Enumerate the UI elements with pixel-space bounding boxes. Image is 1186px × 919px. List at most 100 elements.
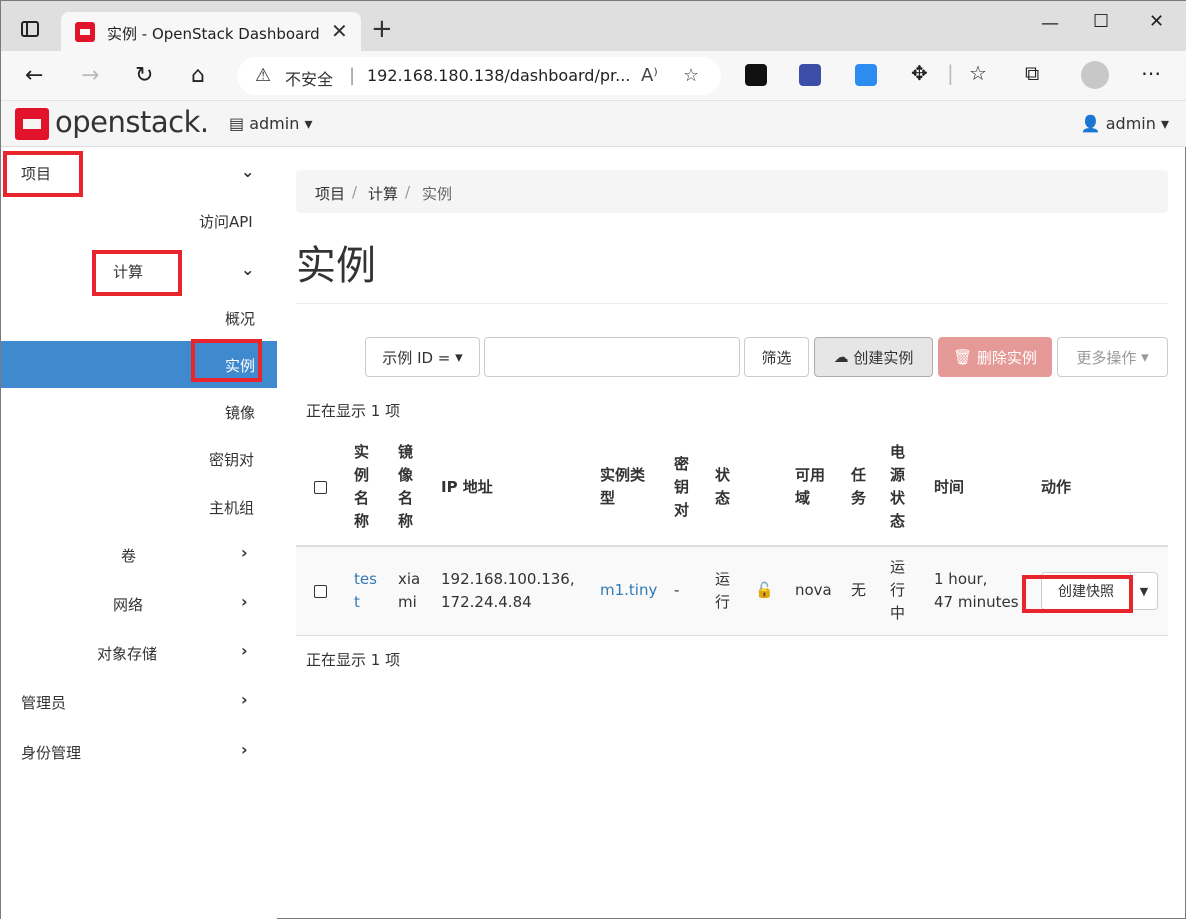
minimize-icon[interactable]: — <box>1041 13 1059 34</box>
filter-button[interactable]: 筛选 <box>744 337 809 377</box>
highlight-box <box>191 339 262 382</box>
caret-down-icon: ▾ <box>1160 114 1169 133</box>
column-header-power[interactable]: 电源状态 <box>890 441 908 533</box>
image-name-cell: xia mi <box>398 568 420 614</box>
row-checkbox[interactable] <box>314 585 327 598</box>
trash-icon: 🗑 <box>953 348 973 366</box>
filter-field-select[interactable]: 示例 ID = ▾ <box>365 337 480 377</box>
sidebar-item-images[interactable]: 镜像 <box>225 402 255 423</box>
delete-instances-label: 删除实例 <box>976 348 1037 367</box>
breadcrumb-compute[interactable]: 计算 <box>368 183 398 204</box>
read-aloud-icon[interactable]: A⁾ <box>641 65 658 86</box>
sidebar-item-overview[interactable]: 概况 <box>225 308 255 329</box>
breadcrumb-separator: / <box>405 183 411 201</box>
instance-name-line[interactable]: tes <box>354 568 377 591</box>
more-actions-button[interactable]: 更多操作 ▾ <box>1057 337 1168 377</box>
column-header-ip[interactable]: IP 地址 <box>441 476 493 499</box>
highlight-box <box>92 250 182 296</box>
security-label[interactable]: 不安全 <box>285 66 333 90</box>
delete-instances-button[interactable]: 🗑 删除实例 <box>938 337 1052 377</box>
address-bar[interactable]: ⚠ 不安全 | 192.168.180.138/dashboard/pr... … <box>237 57 721 95</box>
chevron-down-icon[interactable]: ⌄ <box>241 162 254 181</box>
project-selector[interactable]: ▤ admin ▾ <box>229 114 312 133</box>
browser-titlebar: 实例 - OpenStack Dashboard ✕ + — ☐ ✕ <box>1 1 1186 52</box>
breadcrumb-project[interactable]: 项目 <box>315 183 345 204</box>
launch-instance-button[interactable]: ☁ 创建实例 <box>814 337 933 377</box>
collections-icon[interactable]: ⧉ <box>1025 61 1039 85</box>
home-icon[interactable]: ⌂ <box>191 63 205 88</box>
instance-name-link[interactable]: tes t <box>354 568 377 614</box>
tab-title: 实例 - OpenStack Dashboard <box>107 25 320 43</box>
power-state-line: 中 <box>890 604 906 622</box>
sidebar-item-network[interactable]: 网络 <box>113 594 143 615</box>
chevron-right-icon[interactable]: › <box>241 740 248 759</box>
launch-instance-label: 创建实例 <box>853 348 914 367</box>
age-line: 1 hour, <box>934 570 988 588</box>
column-header-status[interactable]: 状态 <box>715 464 733 510</box>
power-state-cell: 运 行 中 <box>890 556 905 625</box>
select-all-checkbox[interactable] <box>314 481 327 494</box>
chevron-right-icon[interactable]: › <box>241 641 248 660</box>
chevron-right-icon[interactable]: › <box>241 690 248 709</box>
extension-edit-icon[interactable] <box>855 64 877 86</box>
extension-icon[interactable] <box>745 64 767 86</box>
warning-icon[interactable]: ⚠ <box>255 65 271 86</box>
item-count-top: 正在显示 1 项 <box>306 402 401 420</box>
more-menu-icon[interactable]: ⋯ <box>1141 61 1161 85</box>
flavor-link[interactable]: m1.tiny <box>600 579 657 602</box>
sidebar-item-keypairs[interactable]: 密钥对 <box>209 449 254 470</box>
breadcrumb-separator: / <box>352 183 358 201</box>
column-header-name[interactable]: 实例名称 <box>354 441 372 533</box>
caret-down-icon: ▼ <box>1139 584 1149 598</box>
sidebar-item-object-store[interactable]: 对象存储 <box>97 643 157 664</box>
cloud-upload-icon: ☁ <box>833 348 849 366</box>
ip-address-line: 192.168.100.136, <box>441 570 575 588</box>
sidebar-item-server-groups[interactable]: 主机组 <box>209 497 254 518</box>
browser-tab[interactable]: 实例 - OpenStack Dashboard ✕ <box>61 12 361 52</box>
tab-actions-icon[interactable] <box>21 21 39 37</box>
project-icon: ▤ <box>229 114 245 133</box>
dashboard-header: openstack. ▤ admin ▾ 👤 admin ▾ <box>1 101 1186 147</box>
status-line: 运 <box>715 570 731 588</box>
column-header-task[interactable]: 任务 <box>851 464 869 510</box>
openstack-logo-text[interactable]: openstack. <box>55 105 209 139</box>
availability-zone-cell: nova <box>795 581 832 599</box>
close-tab-icon[interactable]: ✕ <box>331 19 348 43</box>
url-text[interactable]: 192.168.180.138/dashboard/pr... <box>367 66 630 85</box>
column-header-image[interactable]: 镜像名称 <box>398 441 416 533</box>
column-header-flavor[interactable]: 实例类型 <box>600 464 650 510</box>
sidebar-item-admin[interactable]: 管理员 <box>21 692 66 713</box>
back-icon[interactable]: ← <box>25 63 43 88</box>
maximize-icon[interactable]: ☐ <box>1093 11 1109 32</box>
age-cell: 1 hour, 47 minutes <box>934 568 1019 614</box>
openstack-logo-icon[interactable] <box>15 108 49 140</box>
profile-avatar[interactable] <box>1081 61 1109 89</box>
window-close-icon[interactable]: ✕ <box>1149 11 1164 32</box>
instance-name-line[interactable]: t <box>354 591 377 614</box>
user-menu[interactable]: 👤 admin ▾ <box>1081 114 1169 133</box>
new-tab-icon[interactable]: + <box>371 14 393 44</box>
row-actions-dropdown[interactable]: ▼ <box>1130 572 1158 610</box>
browser-toolbar: ← → ↻ ⌂ ⚠ 不安全 | 192.168.180.138/dashboar… <box>1 51 1186 101</box>
project-selector-label: admin <box>249 114 300 133</box>
chevron-right-icon[interactable]: › <box>241 592 248 611</box>
chevron-right-icon[interactable]: › <box>241 543 248 562</box>
forward-icon[interactable]: → <box>81 63 99 88</box>
add-favorite-icon[interactable]: ☆ <box>683 65 699 86</box>
caret-down-icon: ▾ <box>455 348 463 366</box>
refresh-icon[interactable]: ↻ <box>135 63 153 88</box>
column-header-az[interactable]: 可用域 <box>795 464 829 510</box>
favorites-icon[interactable]: ☆ <box>969 61 987 85</box>
sidebar-item-identity[interactable]: 身份管理 <box>21 742 81 763</box>
sidebar-item-access-api[interactable]: 访问API <box>199 211 253 232</box>
keypair-cell: - <box>674 581 680 599</box>
filter-input[interactable] <box>484 337 740 377</box>
status-line: 行 <box>715 593 731 611</box>
column-header-keypair[interactable]: 密钥对 <box>674 453 692 522</box>
column-header-age[interactable]: 时间 <box>934 476 964 499</box>
extension-reader-icon[interactable] <box>799 64 821 86</box>
chevron-down-icon[interactable]: ⌄ <box>241 260 254 279</box>
ip-address-cell: 192.168.100.136, 172.24.4.84 <box>441 568 575 614</box>
extensions-puzzle-icon[interactable]: ✥ <box>911 61 928 85</box>
sidebar-item-volumes[interactable]: 卷 <box>121 545 136 566</box>
